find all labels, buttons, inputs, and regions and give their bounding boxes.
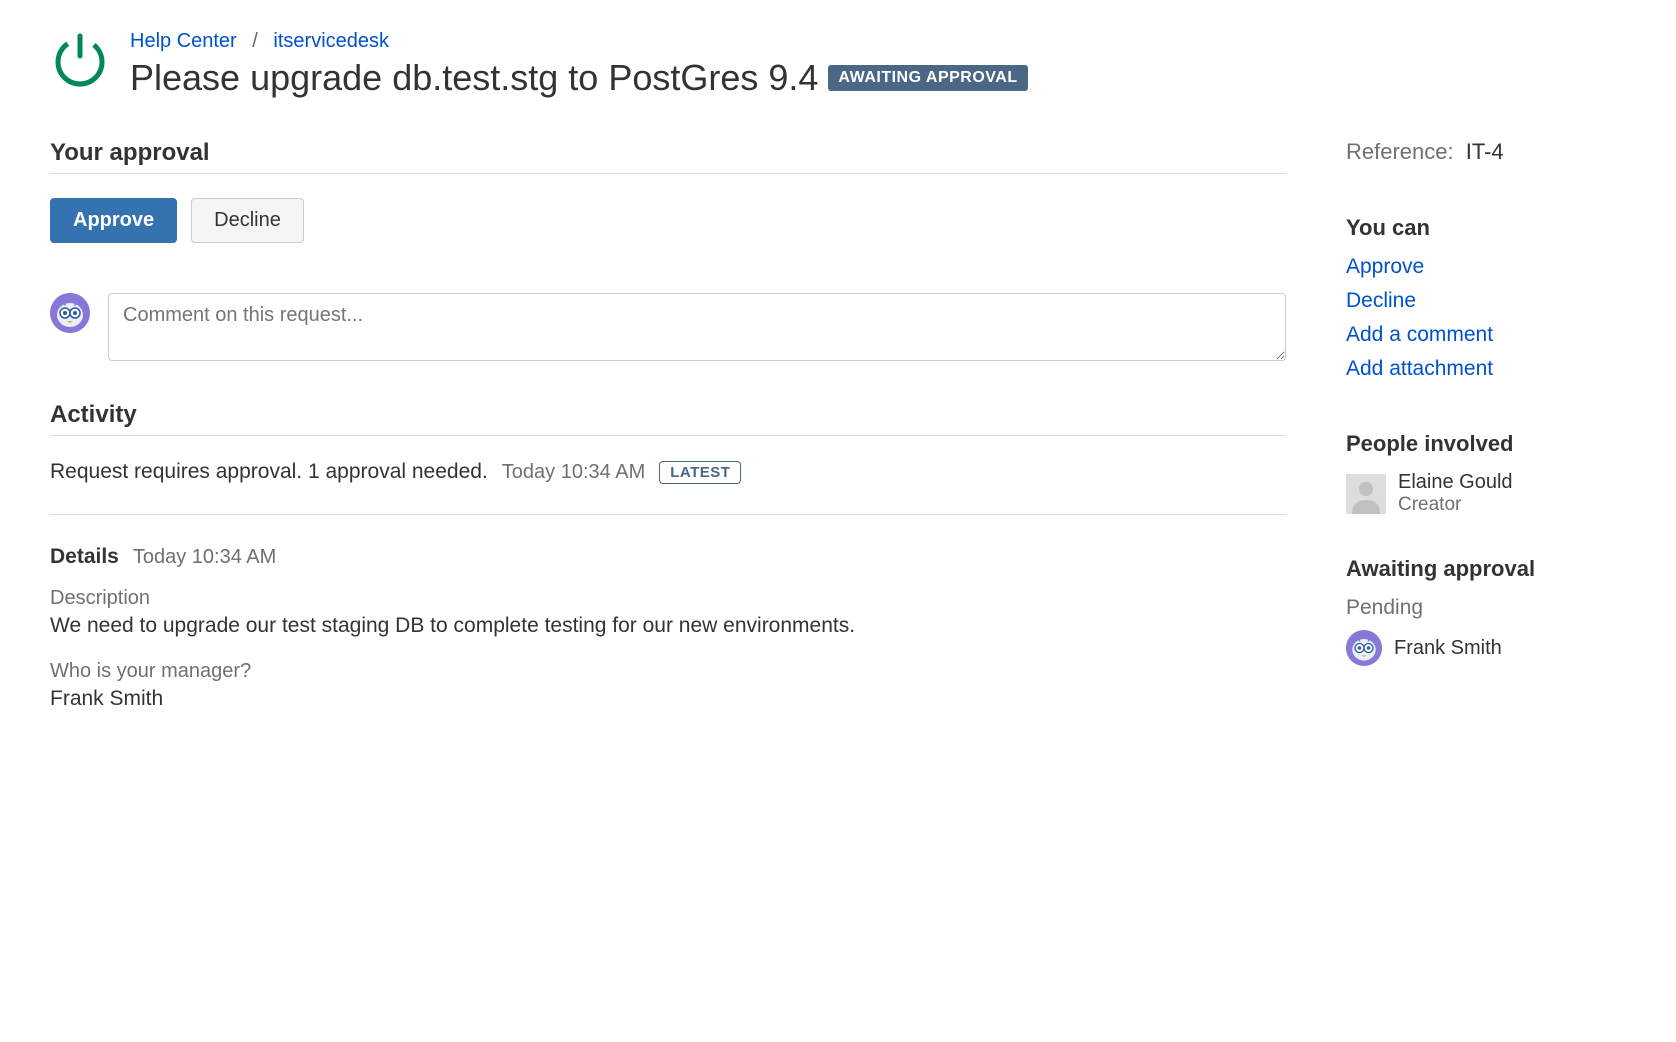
approver-name: Frank Smith bbox=[1394, 637, 1502, 660]
avatar bbox=[50, 293, 90, 333]
approval-buttons: Approve Decline bbox=[50, 198, 1286, 243]
comment-row bbox=[50, 293, 1286, 361]
manager-label: Who is your manager? bbox=[50, 660, 1286, 683]
status-badge: AWAITING APPROVAL bbox=[828, 65, 1027, 91]
activity-heading: Activity bbox=[50, 401, 1286, 436]
avatar-placeholder-icon bbox=[1346, 474, 1386, 514]
latest-badge: LATEST bbox=[659, 461, 741, 484]
activity-item: Request requires approval. 1 approval ne… bbox=[50, 460, 1286, 515]
sidebar-link-add-comment[interactable]: Add a comment bbox=[1346, 323, 1626, 347]
page-title: Please upgrade db.test.stg to PostGres 9… bbox=[130, 57, 818, 99]
reference: Reference: IT-4 bbox=[1346, 139, 1626, 165]
breadcrumb-help-center[interactable]: Help Center bbox=[130, 30, 237, 52]
breadcrumb-separator: / bbox=[252, 30, 258, 52]
main-content: Your approval Approve Decline bbox=[50, 139, 1286, 733]
approval-heading: Your approval bbox=[50, 139, 1286, 174]
sidebar: Reference: IT-4 You can Approve Decline … bbox=[1346, 139, 1626, 733]
sidebar-link-approve[interactable]: Approve bbox=[1346, 255, 1626, 279]
creator-name: Elaine Gould bbox=[1398, 471, 1513, 494]
details-header: Details Today 10:34 AM bbox=[50, 545, 1286, 569]
reference-label: Reference: bbox=[1346, 139, 1454, 164]
details-title: Details bbox=[50, 545, 119, 569]
page-header: Help Center / itservicedesk Please upgra… bbox=[50, 30, 1626, 99]
description-label: Description bbox=[50, 587, 1286, 610]
awaiting-heading: Awaiting approval bbox=[1346, 556, 1626, 582]
people-heading: People involved bbox=[1346, 431, 1626, 457]
person-info: Elaine Gould Creator bbox=[1398, 471, 1513, 516]
sidebar-link-decline[interactable]: Decline bbox=[1346, 289, 1626, 313]
activity-text: Request requires approval. 1 approval ne… bbox=[50, 460, 488, 484]
description-value: We need to upgrade our test staging DB t… bbox=[50, 614, 1286, 638]
comment-input[interactable] bbox=[108, 293, 1286, 361]
decline-button[interactable]: Decline bbox=[191, 198, 304, 243]
you-can-heading: You can bbox=[1346, 215, 1626, 241]
breadcrumb: Help Center / itservicedesk bbox=[130, 30, 1028, 53]
sidebar-links: Approve Decline Add a comment Add attach… bbox=[1346, 255, 1626, 381]
avatar bbox=[1346, 630, 1382, 666]
approver-row: Frank Smith bbox=[1346, 630, 1626, 666]
activity-time: Today 10:34 AM bbox=[502, 461, 645, 484]
sidebar-link-add-attachment[interactable]: Add attachment bbox=[1346, 357, 1626, 381]
manager-value: Frank Smith bbox=[50, 687, 1286, 711]
creator-role: Creator bbox=[1398, 494, 1513, 516]
details-time: Today 10:34 AM bbox=[133, 546, 276, 569]
approve-button[interactable]: Approve bbox=[50, 198, 177, 243]
power-icon bbox=[50, 30, 110, 90]
pending-label: Pending bbox=[1346, 596, 1626, 620]
person-row: Elaine Gould Creator bbox=[1346, 471, 1626, 516]
reference-value: IT-4 bbox=[1466, 139, 1504, 164]
breadcrumb-project[interactable]: itservicedesk bbox=[273, 30, 389, 52]
